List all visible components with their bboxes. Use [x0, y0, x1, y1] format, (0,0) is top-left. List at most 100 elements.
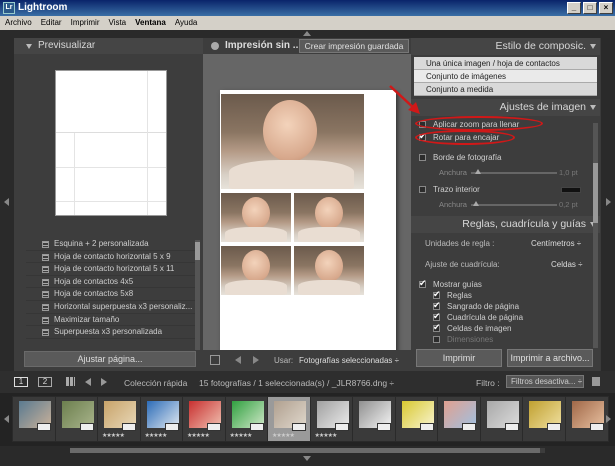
- guide-checkbox[interactable]: [433, 300, 441, 311]
- menu-vista[interactable]: Vista: [108, 16, 126, 30]
- filter-dropdown[interactable]: Filtros desactiva... ÷: [506, 375, 584, 388]
- template-list-scrollbar[interactable]: [195, 240, 200, 350]
- image-settings-panel-header[interactable]: Ajustes de imagen: [411, 99, 600, 116]
- filmstrip-thumbnail[interactable]: ★★★★★: [139, 396, 184, 442]
- back-arrow-icon[interactable]: [85, 378, 91, 386]
- filmstrip-thumbnail[interactable]: [54, 396, 99, 442]
- left-arrow-icon[interactable]: [4, 198, 9, 206]
- bottom-panel-toggle-strip[interactable]: [0, 446, 615, 466]
- grid-snap-dropdown[interactable]: Celdas ÷: [551, 260, 583, 269]
- filmstrip-thumbnail[interactable]: [564, 396, 609, 442]
- layout-option-picture-package[interactable]: Conjunto de imágenes: [414, 70, 597, 83]
- next-page-arrow-icon[interactable]: [253, 356, 259, 364]
- guide-checkbox[interactable]: [433, 311, 441, 322]
- primary-window-button[interactable]: 1: [14, 377, 28, 387]
- use-photos-dropdown[interactable]: Fotografías seleccionadas ÷: [299, 356, 399, 365]
- show-guides-row[interactable]: Mostrar guías: [419, 278, 482, 289]
- hide-filmstrip-arrow-icon[interactable]: [303, 456, 311, 461]
- filmstrip-thumbnail[interactable]: ★★★★★: [267, 396, 311, 442]
- filmstrip-thumbnail[interactable]: ★★★★★: [97, 396, 141, 442]
- guide-option-row[interactable]: Reglas: [433, 289, 472, 300]
- lock-icon[interactable]: [592, 377, 600, 386]
- menu-ventana[interactable]: Ventana: [135, 16, 166, 30]
- template-item[interactable]: Esquina + 2 personalizada: [26, 238, 200, 251]
- filmstrip-right-arrow-icon[interactable]: [606, 415, 611, 423]
- left-panel-toggle-strip[interactable]: [0, 38, 14, 371]
- right-panel-toggle-strip[interactable]: [601, 38, 615, 371]
- guide-checkbox[interactable]: [433, 322, 441, 333]
- menu-editar[interactable]: Editar: [41, 16, 62, 30]
- ruler-units-dropdown[interactable]: Centímetros ÷: [531, 239, 581, 248]
- right-arrow-icon[interactable]: [606, 198, 611, 206]
- template-item[interactable]: Hoja de contactos 5x8: [26, 288, 200, 301]
- selection-count-label[interactable]: 15 fotografías / 1 seleccionada(s) / _JL…: [199, 378, 394, 388]
- minimize-button[interactable]: _: [567, 2, 581, 14]
- photo-cell-small[interactable]: [294, 193, 364, 242]
- photo-border-width-slider[interactable]: [471, 172, 557, 174]
- print-button[interactable]: Imprimir: [416, 349, 502, 367]
- template-item[interactable]: Hoja de contactos 4x5: [26, 276, 200, 289]
- guide-checkbox[interactable]: [433, 289, 441, 300]
- guide-option-row[interactable]: Sangrado de página: [433, 300, 519, 311]
- filmstrip-left-arrow-icon[interactable]: [4, 415, 9, 423]
- photo-cell-small[interactable]: [294, 246, 364, 295]
- guide-option-row[interactable]: Dimensiones: [433, 335, 493, 344]
- guide-checkbox[interactable]: [433, 336, 440, 344]
- slider-knob-icon[interactable]: [475, 169, 481, 174]
- inner-stroke-color-swatch[interactable]: [561, 187, 581, 193]
- template-item[interactable]: Hoja de contacto horizontal 5 x 9: [26, 251, 200, 264]
- photo-border-row[interactable]: Borde de fotografía: [419, 153, 502, 162]
- slider-knob-icon[interactable]: [473, 201, 479, 206]
- menu-archivo[interactable]: Archivo: [5, 16, 32, 30]
- filmstrip-thumbnail[interactable]: [437, 396, 481, 442]
- layout-style-panel-header[interactable]: Estilo de composic.: [411, 38, 600, 55]
- show-guides-checkbox[interactable]: [419, 278, 427, 289]
- inner-stroke-width-slider[interactable]: [471, 204, 557, 206]
- layout-option-single-image[interactable]: Una única imagen / hoja de contactos: [414, 57, 597, 70]
- filmstrip-thumbnail[interactable]: [12, 396, 56, 442]
- show-top-panel-arrow-icon[interactable]: [303, 31, 311, 36]
- collapse-chevron-icon[interactable]: [590, 44, 596, 49]
- menu-ayuda[interactable]: Ayuda: [175, 16, 198, 30]
- photo-cell-small[interactable]: [221, 246, 291, 295]
- collapse-chevron-icon[interactable]: [26, 44, 32, 49]
- photo-cell-large[interactable]: [221, 94, 364, 189]
- guide-option-row[interactable]: Celdas de imagen: [433, 322, 511, 333]
- template-item[interactable]: Maximizar tamaño: [26, 314, 200, 327]
- collapse-chevron-icon[interactable]: [590, 105, 596, 110]
- template-item[interactable]: Hoja de contacto horizontal 5 x 11: [26, 263, 200, 276]
- grid-view-icon[interactable]: [66, 377, 75, 386]
- filmstrip-thumbnail[interactable]: ★★★★★: [224, 396, 269, 442]
- forward-arrow-icon[interactable]: [101, 378, 107, 386]
- secondary-window-button[interactable]: 2: [38, 377, 52, 387]
- right-panel-scrollbar[interactable]: [593, 123, 598, 348]
- source-collection-label[interactable]: Colección rápida: [124, 378, 187, 388]
- filmstrip-thumbnail[interactable]: [522, 396, 566, 442]
- guide-option-row[interactable]: Cuadrícula de página: [433, 311, 523, 322]
- template-item[interactable]: Superpuesta x3 personalizada: [26, 326, 200, 339]
- filmstrip-thumbnail[interactable]: [479, 396, 524, 442]
- layout-option-custom-package[interactable]: Conjunto a medida: [414, 83, 597, 96]
- print-to-file-button[interactable]: Imprimir a archivo...: [507, 349, 593, 367]
- photo-border-checkbox[interactable]: [419, 154, 426, 162]
- filmstrip-thumbnail[interactable]: [394, 396, 439, 442]
- filmstrip-thumbnail[interactable]: ★★★★★: [182, 396, 226, 442]
- filmstrip-thumbnail[interactable]: ★★★★★: [309, 396, 354, 442]
- page-setup-button[interactable]: Ajustar página...: [24, 351, 196, 367]
- preview-panel-header[interactable]: Previsualizar: [14, 38, 203, 54]
- maximize-button[interactable]: □: [583, 2, 597, 14]
- template-icon: [42, 303, 49, 311]
- filmstrip-scrollbar[interactable]: [70, 448, 545, 453]
- toolbar-checkbox[interactable]: [210, 355, 220, 365]
- red-arrow-annotation: [389, 85, 420, 114]
- menu-imprimir[interactable]: Imprimir: [71, 16, 100, 30]
- rulers-grid-guides-panel-header[interactable]: Reglas, cuadrícula y guías: [411, 216, 600, 233]
- inner-stroke-checkbox[interactable]: [419, 186, 426, 194]
- close-button[interactable]: ×: [599, 2, 613, 14]
- filmstrip-thumbnail[interactable]: [352, 396, 396, 442]
- previous-page-arrow-icon[interactable]: [235, 356, 241, 364]
- photo-cell-small[interactable]: [221, 193, 291, 242]
- template-item[interactable]: Horizontal superpuesta x3 personaliz...: [26, 301, 200, 314]
- inner-stroke-row[interactable]: Trazo interior: [419, 185, 480, 194]
- create-saved-print-button[interactable]: Crear impresión guardada: [299, 39, 409, 53]
